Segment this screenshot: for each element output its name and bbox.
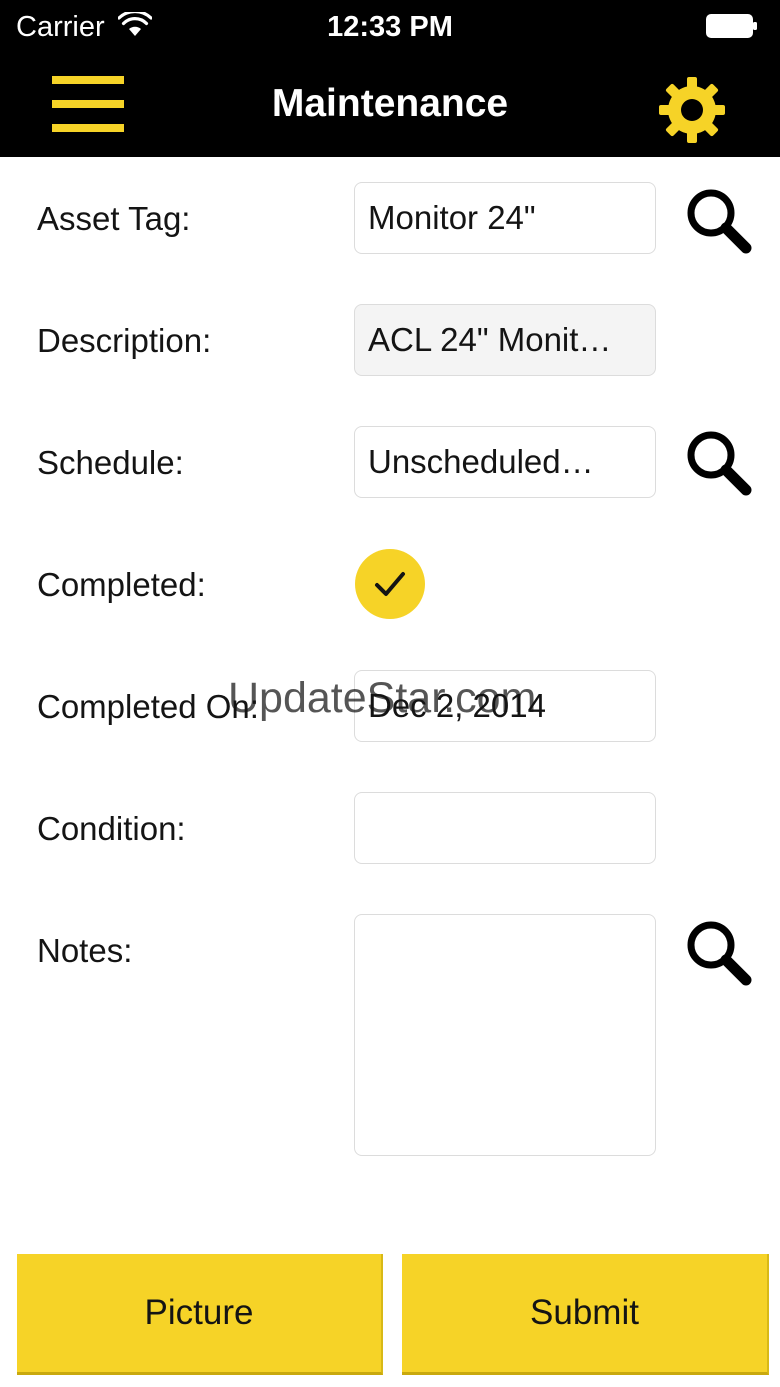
completed-checkbox[interactable] (355, 549, 425, 619)
schedule-field[interactable]: Unscheduled… (354, 426, 656, 498)
description-label: Description: (37, 322, 212, 359)
status-bar: Carrier 12:33 PM (0, 0, 780, 54)
notes-textarea[interactable] (354, 914, 656, 1156)
status-time: 12:33 PM (327, 11, 453, 43)
description-field: ACL 24" Monit… (354, 304, 656, 376)
asset-tag-search-icon[interactable] (682, 184, 756, 258)
asset-tag-input[interactable] (354, 182, 656, 254)
schedule-label: Schedule: (37, 444, 184, 481)
completed-on-input[interactable] (354, 670, 656, 742)
gear-icon[interactable] (656, 74, 728, 146)
picture-button[interactable]: Picture (17, 1254, 383, 1375)
asset-tag-label: Asset Tag: (37, 200, 191, 237)
completed-on-label: Completed On: (37, 688, 259, 725)
checkmark-icon (375, 572, 405, 596)
notes-label: Notes: (37, 932, 133, 969)
completed-label: Completed: (37, 566, 206, 603)
notes-search-icon[interactable] (682, 916, 756, 990)
battery-icon (706, 14, 758, 38)
schedule-search-icon[interactable] (682, 426, 756, 500)
submit-button[interactable]: Submit (402, 1254, 769, 1375)
condition-label: Condition: (37, 810, 186, 847)
condition-input[interactable] (354, 792, 656, 864)
header-bar: Maintenance (0, 54, 780, 157)
